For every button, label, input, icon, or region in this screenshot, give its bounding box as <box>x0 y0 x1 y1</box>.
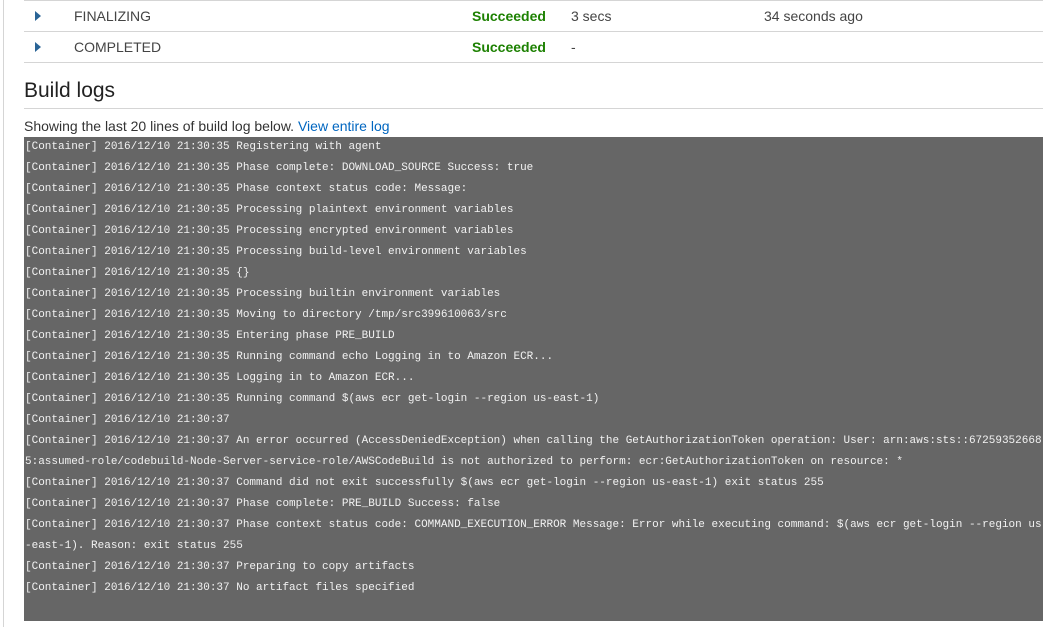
view-entire-log-link[interactable]: View entire log <box>298 118 390 134</box>
log-line: [Container] 2016/12/10 21:30:37 Phase co… <box>25 519 1042 552</box>
log-line: [Container] 2016/12/10 21:30:37 Preparin… <box>25 561 415 573</box>
log-line: [Container] 2016/12/10 21:30:35 Phase co… <box>25 183 468 195</box>
phase-completed: 34 seconds ago <box>764 8 863 24</box>
log-line: [Container] 2016/12/10 21:30:35 Entering… <box>25 330 395 342</box>
log-line: [Container] 2016/12/10 21:30:35 Running … <box>25 393 600 405</box>
phase-status: Succeeded <box>472 8 546 24</box>
log-lines-list: [Container] 2016/12/10 21:30:35 Register… <box>24 137 1043 599</box>
page-left-border <box>3 0 4 627</box>
build-logs-title: Build logs <box>24 79 116 102</box>
caret-right-icon[interactable] <box>35 11 41 21</box>
log-line: [Container] 2016/12/10 21:30:35 Running … <box>25 351 554 363</box>
log-line: [Container] 2016/12/10 21:30:37 An error… <box>25 435 1042 468</box>
build-log-caption: Showing the last 20 lines of build log b… <box>24 117 390 135</box>
log-line: [Container] 2016/12/10 21:30:35 {} <box>25 267 250 279</box>
log-line: [Container] 2016/12/10 21:30:37 <box>25 414 230 426</box>
log-line: [Container] 2016/12/10 21:30:35 Phase co… <box>25 162 534 174</box>
table-row: COMPLETED Succeeded - <box>24 32 1043 63</box>
log-line: [Container] 2016/12/10 21:30:37 No artif… <box>25 582 415 594</box>
build-log-caption-text: Showing the last 20 lines of build log b… <box>24 118 295 134</box>
log-line: [Container] 2016/12/10 21:30:35 Processi… <box>25 204 514 216</box>
phase-details-table: FINALIZING Succeeded 3 secs 34 seconds a… <box>24 0 1043 63</box>
phase-name: FINALIZING <box>74 8 152 24</box>
log-line: [Container] 2016/12/10 21:30:37 Command … <box>25 477 824 489</box>
log-line: [Container] 2016/12/10 21:30:35 Processi… <box>25 246 527 258</box>
divider <box>24 108 1043 109</box>
log-line: [Container] 2016/12/10 21:30:37 Phase co… <box>25 498 501 510</box>
caret-right-icon[interactable] <box>35 42 41 52</box>
build-log-output[interactable]: [Container] 2016/12/10 21:30:35 Register… <box>24 137 1043 621</box>
phase-status: Succeeded <box>472 39 546 55</box>
log-line: [Container] 2016/12/10 21:30:35 Processi… <box>25 225 514 237</box>
table-row: FINALIZING Succeeded 3 secs 34 seconds a… <box>24 1 1043 32</box>
log-line: [Container] 2016/12/10 21:30:35 Processi… <box>25 288 501 300</box>
log-line: [Container] 2016/12/10 21:30:35 Moving t… <box>25 309 507 321</box>
phase-duration: 3 secs <box>571 8 612 24</box>
phase-duration: - <box>571 39 576 55</box>
log-line: [Container] 2016/12/10 21:30:35 Register… <box>25 141 382 153</box>
log-line: [Container] 2016/12/10 21:30:35 Logging … <box>25 372 415 384</box>
phase-name: COMPLETED <box>74 39 162 55</box>
